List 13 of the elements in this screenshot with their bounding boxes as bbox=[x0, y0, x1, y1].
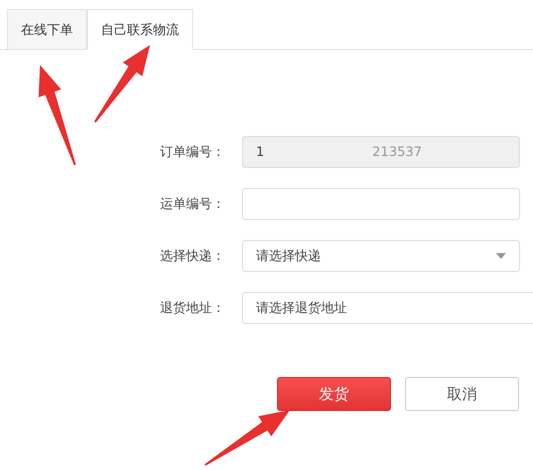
field-label: 运单编号： bbox=[160, 196, 226, 213]
tab[interactable]: 自己联系物流 bbox=[87, 9, 193, 50]
submit-button[interactable]: 发货 bbox=[277, 377, 391, 411]
cancel-button[interactable]: 取消 bbox=[405, 377, 519, 411]
field-label: 订单编号： bbox=[160, 144, 226, 161]
caret-icon bbox=[496, 253, 506, 259]
dropdown-field[interactable]: 请选择快递 bbox=[242, 240, 520, 272]
field-label: 退货地址： bbox=[160, 300, 226, 317]
input-field[interactable] bbox=[242, 188, 520, 220]
tab[interactable]: 在线下单 bbox=[7, 9, 87, 50]
order-number-field: 1 213537 bbox=[242, 136, 520, 168]
field-label: 选择快递： bbox=[160, 248, 226, 265]
dropdown-field[interactable]: 请选择退货地址 bbox=[242, 292, 533, 324]
